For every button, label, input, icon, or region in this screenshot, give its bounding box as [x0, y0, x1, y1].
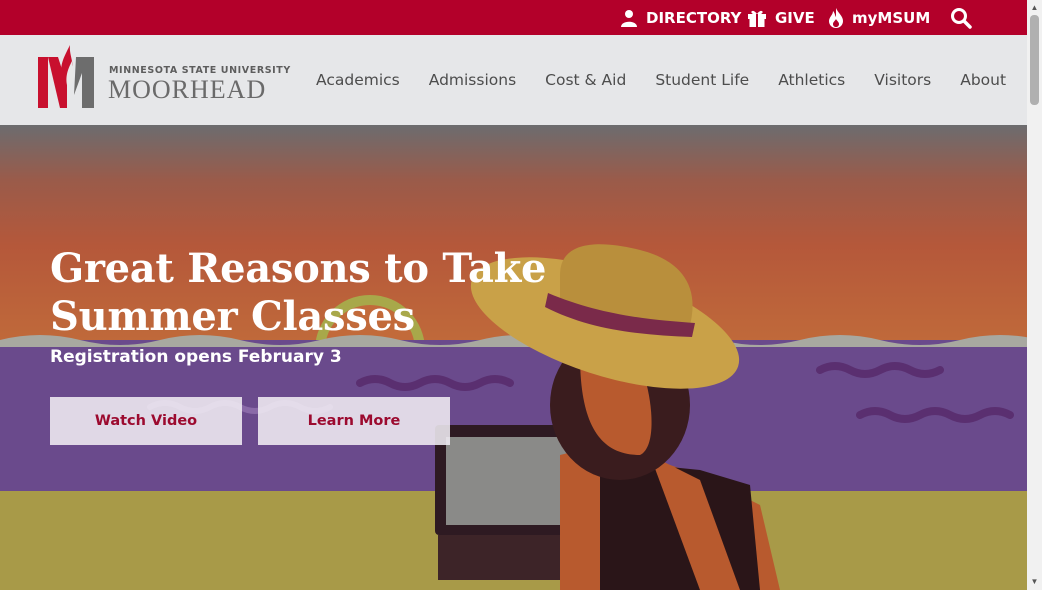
watch-video-button[interactable]: Watch Video: [50, 397, 242, 445]
nav-item-cost-aid[interactable]: Cost & Aid: [545, 71, 626, 89]
learn-more-button[interactable]: Learn More: [258, 397, 450, 445]
nav-item-admissions[interactable]: Admissions: [429, 71, 516, 89]
give-label: GIVE: [775, 8, 815, 27]
flame-icon: [828, 7, 844, 28]
hero-banner: Great Reasons to Take Summer Classes Reg…: [0, 125, 1027, 590]
directory-label: DIRECTORY: [646, 8, 742, 27]
mymsum-label: myMSUM: [852, 8, 931, 27]
nav-item-student-life[interactable]: Student Life: [655, 71, 749, 89]
scroll-thumb[interactable]: [1030, 15, 1039, 105]
hero-title: Great Reasons to Take Summer Classes: [50, 245, 547, 340]
university-logo[interactable]: MINNESOTA STATE UNIVERSITY MOORHEAD: [36, 45, 290, 111]
gift-icon: [747, 9, 767, 27]
page-scrollbar[interactable]: ▲ ▼: [1027, 0, 1042, 590]
search-button[interactable]: [950, 0, 972, 35]
give-link[interactable]: GIVE: [747, 0, 815, 35]
msum-m-logo-mark: [38, 45, 94, 108]
nav-item-academics[interactable]: Academics: [316, 71, 400, 89]
hero-subtitle: Registration opens February 3: [50, 347, 342, 367]
main-nav: Academics Admissions Cost & Aid Student …: [316, 35, 1035, 125]
site-header: MINNESOTA STATE UNIVERSITY MOORHEAD Acad…: [0, 35, 1027, 125]
utility-bar: DIRECTORY GIVE myMSUM: [0, 0, 1027, 35]
scroll-down-arrow-icon[interactable]: ▼: [1029, 576, 1040, 588]
search-icon: [950, 7, 972, 29]
nav-item-about[interactable]: About: [960, 71, 1006, 89]
nav-item-athletics[interactable]: Athletics: [778, 71, 845, 89]
scroll-up-arrow-icon[interactable]: ▲: [1029, 2, 1040, 14]
nav-item-visitors[interactable]: Visitors: [874, 71, 931, 89]
mymsum-link[interactable]: myMSUM: [828, 0, 930, 35]
logo-line-moorhead: MOORHEAD: [108, 75, 267, 104]
person-icon: [620, 9, 638, 27]
directory-link[interactable]: DIRECTORY: [620, 0, 741, 35]
